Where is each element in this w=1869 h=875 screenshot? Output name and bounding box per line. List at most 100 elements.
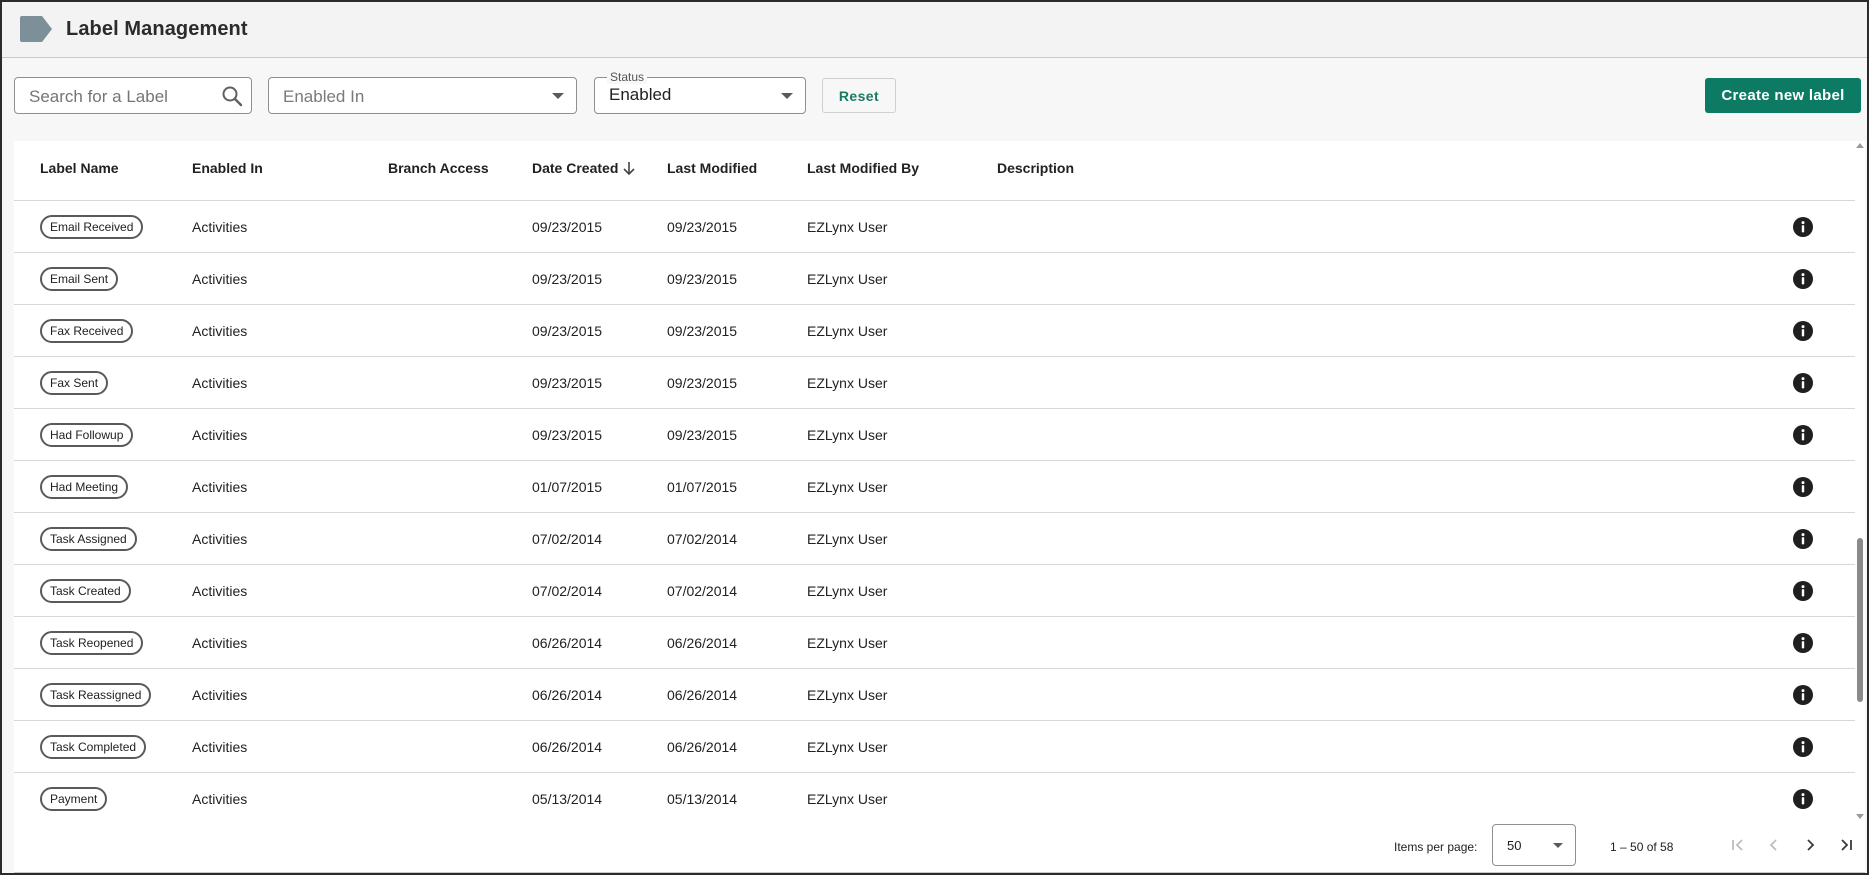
label-tag-icon [18,15,54,43]
info-icon[interactable] [1792,424,1814,446]
info-icon[interactable] [1792,476,1814,498]
table-row[interactable]: Task Reassigned Activities 06/26/2014 06/26… [14,669,1855,721]
table-row[interactable]: Fax Sent Activities 09/23/2015 09/23/2015 EZ… [14,357,1855,409]
search-field[interactable] [14,77,252,114]
cell-last-modified: 07/02/2014 [667,583,738,599]
label-chip: Task Completed [40,735,147,759]
reset-button[interactable]: Reset [822,78,896,113]
app-window: Label Management Enabled In Status Enabl… [0,0,1869,875]
cell-last-modified: 07/02/2014 [667,531,738,547]
table-header: Label Name Enabled In Branch Access Date… [14,141,1855,201]
column-header-date-created-label: Date Created [532,160,619,176]
first-page-icon[interactable] [1726,833,1750,857]
cell-last-modified: 06/26/2014 [667,687,738,703]
info-icon[interactable] [1792,632,1814,654]
cell-date-created: 07/02/2014 [532,531,603,547]
page-title: Label Management [66,18,248,40]
table-row[interactable]: Fax Received Activities 09/23/2015 09/23/20… [14,305,1855,357]
column-header-enabled-in[interactable]: Enabled In [192,160,263,176]
cell-enabled-in: Activities [192,427,248,443]
table-body: Email Received Activities 09/23/2015 09/23/… [14,201,1855,825]
scroll-thumb[interactable] [1857,538,1863,702]
cell-last-modified: 09/23/2015 [667,219,738,235]
table-row[interactable]: Task Assigned Activities 07/02/2014 07/02/2… [14,513,1855,565]
caret-down-icon [1553,843,1563,848]
labels-table: Label Name Enabled In Branch Access Date… [14,141,1865,873]
column-header-label-name[interactable]: Label Name [40,160,119,176]
enabled-in-select[interactable]: Enabled In [268,77,577,114]
info-icon[interactable] [1792,684,1814,706]
column-header-last-modified-by[interactable]: Last Modified By [807,160,919,176]
table-row[interactable]: Email Received Activities 09/23/2015 09/23/… [14,201,1855,253]
label-chip: Task Reassigned [40,683,152,707]
cell-date-created: 01/07/2015 [532,479,603,495]
cell-last-modified-by: EZLynx User [807,219,888,235]
cell-date-created: 09/23/2015 [532,271,603,287]
label-chip: Had Followup [40,423,134,447]
cell-enabled-in: Activities [192,271,248,287]
info-icon[interactable] [1792,372,1814,394]
info-icon[interactable] [1792,216,1814,238]
cell-last-modified: 06/26/2014 [667,635,738,651]
vertical-scrollbar[interactable] [1855,141,1865,821]
cell-last-modified-by: EZLynx User [807,271,888,287]
cell-last-modified: 06/26/2014 [667,739,738,755]
arrow-down-icon [622,160,636,179]
app-header: Label Management [2,2,1867,58]
caret-down-icon [781,93,793,99]
filter-toolbar: Enabled In Status Enabled Reset Create n… [2,58,1867,140]
cell-date-created: 05/13/2014 [532,791,603,807]
cell-enabled-in: Activities [192,323,248,339]
cell-enabled-in: Activities [192,479,248,495]
label-chip: Task Reopened [40,631,144,655]
last-page-icon[interactable] [1834,833,1858,857]
search-icon[interactable] [221,85,243,107]
column-header-last-modified[interactable]: Last Modified [667,160,757,176]
next-page-icon[interactable] [1798,833,1822,857]
cell-date-created: 06/26/2014 [532,687,603,703]
column-header-branch-access[interactable]: Branch Access [388,160,489,176]
info-icon[interactable] [1792,268,1814,290]
status-select[interactable]: Status Enabled [594,70,806,114]
page-range-label: 1 – 50 of 58 [1610,840,1674,854]
cell-last-modified-by: EZLynx User [807,739,888,755]
info-icon[interactable] [1792,580,1814,602]
label-chip: Email Sent [40,267,119,291]
cell-last-modified: 05/13/2014 [667,791,738,807]
table-row[interactable]: Had Followup Activities 09/23/2015 09/23/20… [14,409,1855,461]
info-icon[interactable] [1792,736,1814,758]
items-per-page-select[interactable]: 50 [1492,824,1576,866]
cell-last-modified-by: EZLynx User [807,583,888,599]
cell-last-modified-by: EZLynx User [807,375,888,391]
items-per-page-value: 50 [1507,838,1522,853]
create-new-label-button[interactable]: Create new label [1705,78,1861,113]
cell-enabled-in: Activities [192,531,248,547]
info-icon[interactable] [1792,320,1814,342]
label-chip: Had Meeting [40,475,129,499]
table-row[interactable]: Had Meeting Activities 01/07/2015 01/07/201… [14,461,1855,513]
cell-enabled-in: Activities [192,219,248,235]
status-label: Status [607,70,648,84]
info-icon[interactable] [1792,528,1814,550]
table-row[interactable]: Payment Activities 05/13/2014 05/13/2014 EZL… [14,773,1855,825]
previous-page-icon[interactable] [1762,833,1786,857]
cell-enabled-in: Activities [192,635,248,651]
table-row[interactable]: Task Completed Activities 06/26/2014 06/26/… [14,721,1855,773]
info-icon[interactable] [1792,788,1814,810]
column-header-date-created[interactable]: Date Created [532,160,636,179]
cell-enabled-in: Activities [192,791,248,807]
cell-last-modified: 09/23/2015 [667,271,738,287]
cell-last-modified-by: EZLynx User [807,531,888,547]
scroll-up-icon[interactable] [1856,143,1864,148]
column-header-description[interactable]: Description [997,160,1074,176]
table-row[interactable]: Task Created Activities 07/02/2014 07/02/20… [14,565,1855,617]
table-row[interactable]: Email Sent Activities 09/23/2015 09/23/2015… [14,253,1855,305]
cell-last-modified-by: EZLynx User [807,687,888,703]
cell-date-created: 09/23/2015 [532,375,603,391]
cell-enabled-in: Activities [192,739,248,755]
items-per-page-label: Items per page: [1394,840,1478,854]
table-row[interactable]: Task Reopened Activities 06/26/2014 06/26/2… [14,617,1855,669]
scroll-down-icon[interactable] [1856,814,1864,819]
search-input[interactable] [29,87,209,107]
label-chip: Email Received [40,215,144,239]
